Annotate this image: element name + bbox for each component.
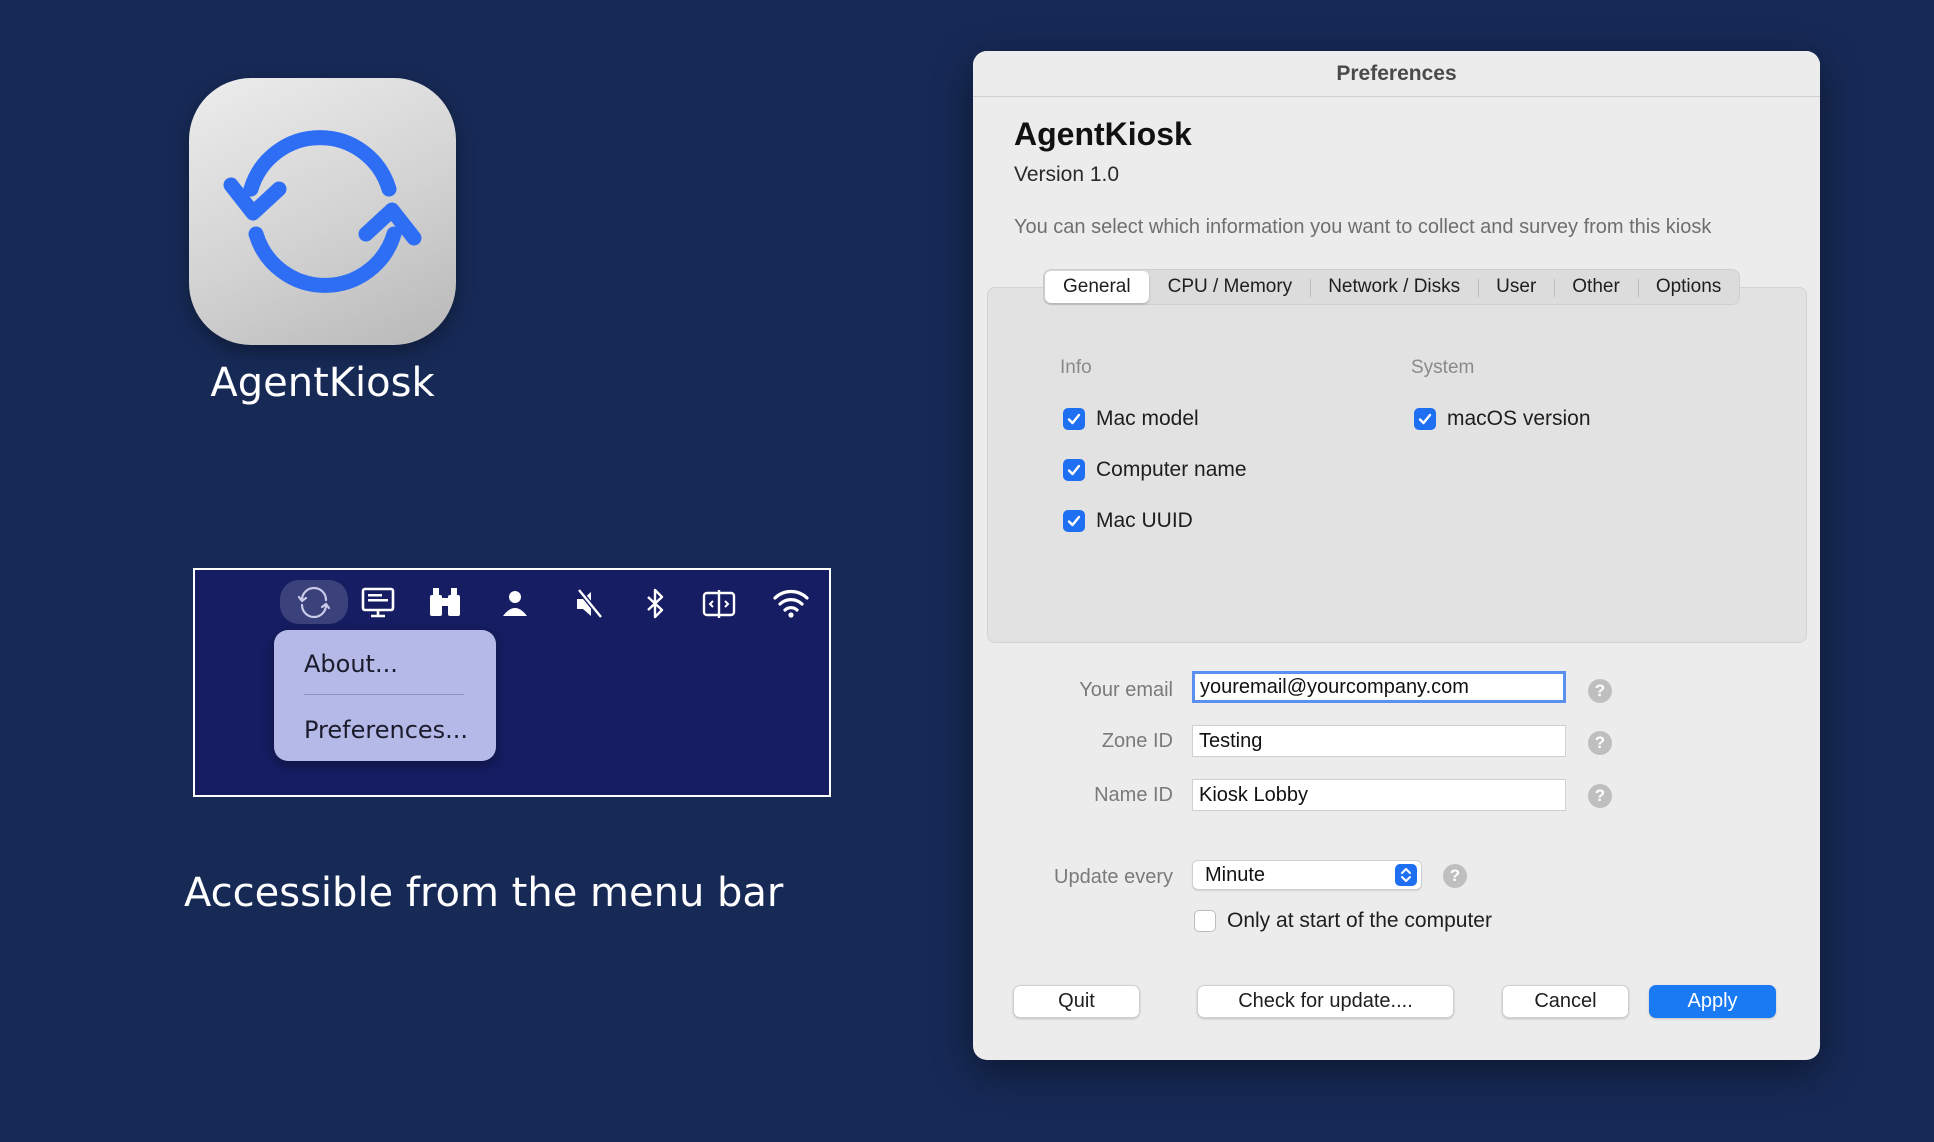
wifi-icon[interactable]	[769, 584, 813, 624]
email-field[interactable]	[1192, 671, 1566, 703]
window-titlebar[interactable]: Preferences	[973, 51, 1820, 97]
tab-general[interactable]: General	[1045, 271, 1149, 303]
sync-icon[interactable]	[280, 580, 348, 624]
zone-id-label: Zone ID	[1101, 730, 1173, 752]
tab-network-disks[interactable]: Network / Disks	[1310, 271, 1478, 303]
update-every-label: Update every	[1054, 866, 1173, 888]
binoculars-icon[interactable]	[423, 584, 467, 624]
zone-id-field[interactable]	[1192, 725, 1566, 757]
window-title: Preferences	[1336, 62, 1457, 85]
tab-other[interactable]: Other	[1554, 271, 1638, 303]
checkbox-macos-version[interactable]	[1414, 408, 1436, 430]
check-for-update-button[interactable]: Check for update....	[1197, 985, 1454, 1018]
version-label: Version 1.0	[1014, 163, 1120, 186]
checkbox-mac-model[interactable]	[1063, 408, 1085, 430]
display-icon[interactable]	[356, 584, 400, 624]
checkbox-only-at-start[interactable]	[1194, 910, 1216, 932]
checkbox-label: Mac model	[1096, 407, 1199, 430]
name-id-field[interactable]	[1192, 779, 1566, 811]
zone-id-help-icon[interactable]: ?	[1588, 731, 1612, 755]
user-icon[interactable]	[493, 584, 537, 624]
update-interval-select[interactable]: Minute	[1192, 860, 1422, 890]
checkbox-label: Only at start of the computer	[1227, 909, 1492, 932]
split-view-icon[interactable]	[697, 584, 741, 624]
sync-arrows-icon	[223, 130, 422, 293]
caption: Accessible from the menu bar	[184, 870, 784, 916]
checkbox-row-computer-name[interactable]: Computer name	[1063, 458, 1247, 482]
quit-button[interactable]: Quit	[1013, 985, 1140, 1018]
menubar-dropdown: About... Preferences...	[274, 630, 496, 761]
info-heading: Info	[1060, 357, 1092, 378]
app-title: AgentKiosk	[1014, 116, 1192, 152]
checkmark-icon	[1067, 464, 1081, 476]
mute-icon[interactable]	[567, 584, 611, 624]
checkbox-row-mac-model[interactable]: Mac model	[1063, 407, 1199, 431]
preferences-window: Preferences AgentKiosk Version 1.0 You c…	[973, 51, 1820, 1060]
menu-item-preferences[interactable]: Preferences...	[304, 716, 468, 744]
checkmark-icon	[1067, 515, 1081, 527]
checkbox-label: macOS version	[1447, 407, 1591, 430]
name-id-help-icon[interactable]: ?	[1588, 784, 1612, 808]
app-icon	[189, 78, 456, 345]
checkmark-icon	[1067, 413, 1081, 425]
system-heading: System	[1411, 357, 1475, 378]
menubar-preview: About... Preferences...	[193, 568, 831, 797]
checkbox-row-macos-version[interactable]: macOS version	[1414, 407, 1591, 431]
email-label: Your email	[1079, 679, 1173, 701]
tab-user[interactable]: User	[1478, 271, 1554, 303]
email-help-icon[interactable]: ?	[1588, 679, 1612, 703]
tab-options[interactable]: Options	[1637, 271, 1739, 303]
cancel-button[interactable]: Cancel	[1502, 985, 1629, 1018]
chevron-updown-icon	[1395, 864, 1417, 886]
description-text: You can select which information you wan…	[1014, 216, 1712, 238]
checkbox-mac-uuid[interactable]	[1063, 510, 1085, 532]
tab-bar: General CPU / Memory Network / Disks Use…	[1043, 269, 1741, 305]
checkbox-label: Mac UUID	[1096, 509, 1193, 532]
apply-button[interactable]: Apply	[1649, 985, 1776, 1018]
menu-separator	[304, 694, 464, 695]
checkbox-row-only-at-start[interactable]: Only at start of the computer	[1194, 909, 1492, 933]
bluetooth-icon[interactable]	[633, 584, 677, 624]
checkmark-icon	[1418, 413, 1432, 425]
app-name: AgentKiosk	[210, 360, 435, 406]
checkbox-label: Computer name	[1096, 458, 1247, 481]
name-id-label: Name ID	[1094, 784, 1173, 806]
select-value: Minute	[1205, 864, 1266, 886]
menu-item-about[interactable]: About...	[304, 650, 398, 678]
update-help-icon[interactable]: ?	[1443, 864, 1467, 888]
checkbox-computer-name[interactable]	[1063, 459, 1085, 481]
checkbox-row-mac-uuid[interactable]: Mac UUID	[1063, 509, 1193, 533]
tab-cpu-memory[interactable]: CPU / Memory	[1150, 271, 1311, 303]
